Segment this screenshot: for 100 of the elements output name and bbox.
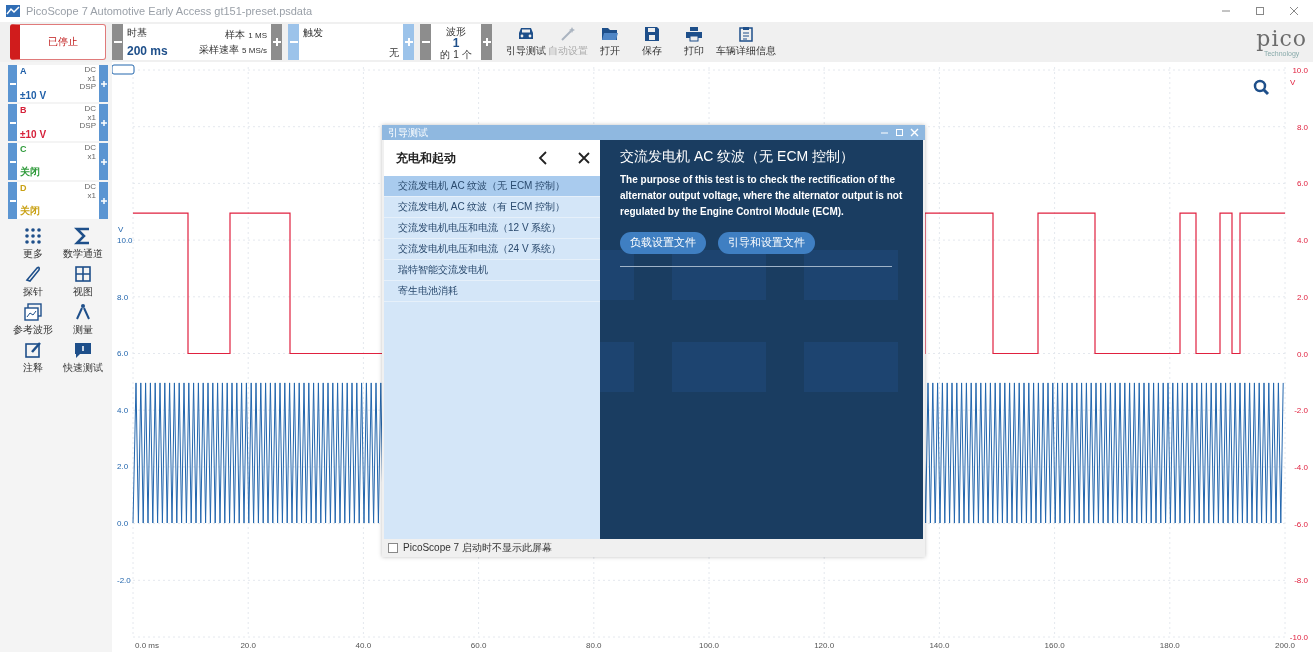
axis-tick-label: 140.0 <box>929 641 950 650</box>
axis-tick-label: -10.0 <box>1289 633 1308 642</box>
toolbar-button[interactable]: 引导测试 <box>506 26 546 58</box>
axis-tick-label: 60.0 <box>470 641 487 650</box>
tool-button[interactable]: 参考波形 <box>8 303 58 337</box>
channel-setting: DC <box>84 66 96 75</box>
channel-setting: DC <box>84 144 96 153</box>
dots-grid-icon <box>24 227 42 245</box>
minus-icon <box>289 41 298 43</box>
decrease-button[interactable] <box>420 24 431 60</box>
axis-tick-label: 10.0 <box>1292 66 1308 75</box>
toolbar-button[interactable]: 打印 <box>674 26 714 58</box>
channel-setting: x1 <box>87 113 96 122</box>
car-icon <box>517 26 535 42</box>
axis-tick-label: 0.0 <box>117 519 129 528</box>
dialog-button[interactable]: 负载设置文件 <box>620 232 706 254</box>
minus-icon <box>9 199 16 202</box>
increase-button[interactable] <box>99 104 108 141</box>
run-stop-button[interactable]: 已停止 <box>10 24 106 60</box>
axis-unit: V <box>118 225 124 234</box>
plus-icon <box>482 38 491 46</box>
increase-button[interactable] <box>271 24 282 60</box>
trigger-value: 无 <box>389 47 399 58</box>
decrease-button[interactable] <box>8 104 17 141</box>
channel-setting: x1 <box>87 152 96 161</box>
minus-icon <box>113 41 122 43</box>
channel-setting: DSP <box>79 122 96 131</box>
maximize-icon[interactable] <box>1255 6 1265 16</box>
tool-button[interactable]: 测量 <box>58 303 108 337</box>
plus-icon <box>100 80 107 87</box>
decrease-button[interactable] <box>112 24 123 60</box>
channel-control[interactable]: A DC x1 DSP ±10 V <box>17 65 99 102</box>
folder-icon <box>601 26 619 42</box>
message-icon <box>74 341 92 359</box>
axis-tick-label: 120.0 <box>814 641 835 650</box>
increase-button[interactable] <box>99 65 108 102</box>
tool-button[interactable]: 注释 <box>8 341 58 375</box>
samples-label: 样本 <box>225 28 246 41</box>
channel-range: ±10 V <box>20 129 48 140</box>
category-title: 充电和起动 <box>396 149 456 167</box>
tool-button[interactable]: 更多 <box>8 227 58 261</box>
decrease-button[interactable] <box>8 182 17 219</box>
dialog-title: 引导测试 <box>388 125 428 140</box>
tool-button[interactable]: 视图 <box>58 265 108 299</box>
tool-button[interactable]: 快速测试 <box>58 341 108 375</box>
decrease-button[interactable] <box>8 65 17 102</box>
test-list-item[interactable]: 寄生电池消耗 <box>384 281 600 302</box>
ruler-handle[interactable] <box>112 64 135 75</box>
axis-tick-label: 6.0 <box>117 349 129 359</box>
toolbar-button[interactable]: 车辆详细信息 <box>716 26 776 58</box>
axis-tick-label: -2.0 <box>1294 406 1308 416</box>
channel-control[interactable]: C DC x1 关闭 <box>17 143 99 180</box>
close-icon[interactable] <box>578 152 590 164</box>
tool-button[interactable]: 探针 <box>8 265 58 299</box>
timebase-control[interactable]: 时基 200 ms 样本 1 MS 采样速率 5 MS/s <box>123 24 271 60</box>
toolbar-button[interactable]: 保存 <box>632 26 672 58</box>
minus-icon <box>9 160 16 163</box>
test-list-item[interactable]: 瑞特智能交流发电机 <box>384 260 600 281</box>
channel-control[interactable]: D DC x1 关闭 <box>17 182 99 219</box>
back-icon[interactable] <box>538 151 548 165</box>
waveform-label: 波形 <box>446 26 466 37</box>
channel-range: 关闭 <box>20 165 41 179</box>
decrease-button[interactable] <box>8 143 17 180</box>
axis-tick-label: -4.0 <box>1294 462 1308 472</box>
axis-tick-label: 2.0 <box>117 462 129 472</box>
dialog-button[interactable]: 引导和设置文件 <box>718 232 815 254</box>
toolbar-button[interactable]: 打开 <box>590 26 630 58</box>
plus-icon <box>272 38 281 46</box>
axis-tick-label: -6.0 <box>1294 519 1308 529</box>
axis-tick-label: 10.0 <box>117 236 133 245</box>
minus-icon <box>9 121 16 124</box>
channel-control[interactable]: B DC x1 DSP ±10 V <box>17 104 99 141</box>
axis-tick-label: 2.0 <box>1296 292 1308 302</box>
decrease-button[interactable] <box>288 24 299 60</box>
increase-button[interactable] <box>403 24 414 60</box>
plus-icon <box>100 119 107 126</box>
view-grid-icon <box>74 265 92 283</box>
axis-tick-label: 6.0 <box>1296 179 1308 189</box>
test-list-item[interactable]: 交流发电机电压和电流（24 V 系统） <box>384 239 600 260</box>
axis-tick-label: 20.0 <box>240 641 256 650</box>
zoom-icon[interactable] <box>1253 79 1270 96</box>
checkbox[interactable] <box>388 543 398 553</box>
app-icon <box>6 5 20 17</box>
axis-tick-label: 100.0 <box>699 641 719 650</box>
increase-button[interactable] <box>99 182 108 219</box>
plus-icon <box>100 158 107 165</box>
probe-icon <box>24 265 42 283</box>
channel-setting: x1 <box>87 191 96 200</box>
axis-tick-label: 0.0 <box>1296 349 1308 359</box>
test-list-item[interactable]: 交流发电机 AC 纹波（有 ECM 控制） <box>384 197 600 218</box>
waveform-control[interactable]: 波形 1 的 1 个 <box>431 24 481 60</box>
test-list-item[interactable]: 交流发电机电压和电流（12 V 系统） <box>384 218 600 239</box>
axis-tick-label: 0.0 ms <box>135 641 159 650</box>
test-list-item[interactable]: 交流发电机 AC 纹波（无 ECM 控制） <box>384 176 600 197</box>
trigger-control[interactable]: 触发 无 <box>299 24 403 60</box>
increase-button[interactable] <box>481 24 492 60</box>
plus-icon <box>404 38 413 46</box>
tool-button[interactable]: 数学通道 <box>58 227 108 261</box>
channel-name: A <box>20 66 27 76</box>
increase-button[interactable] <box>99 143 108 180</box>
